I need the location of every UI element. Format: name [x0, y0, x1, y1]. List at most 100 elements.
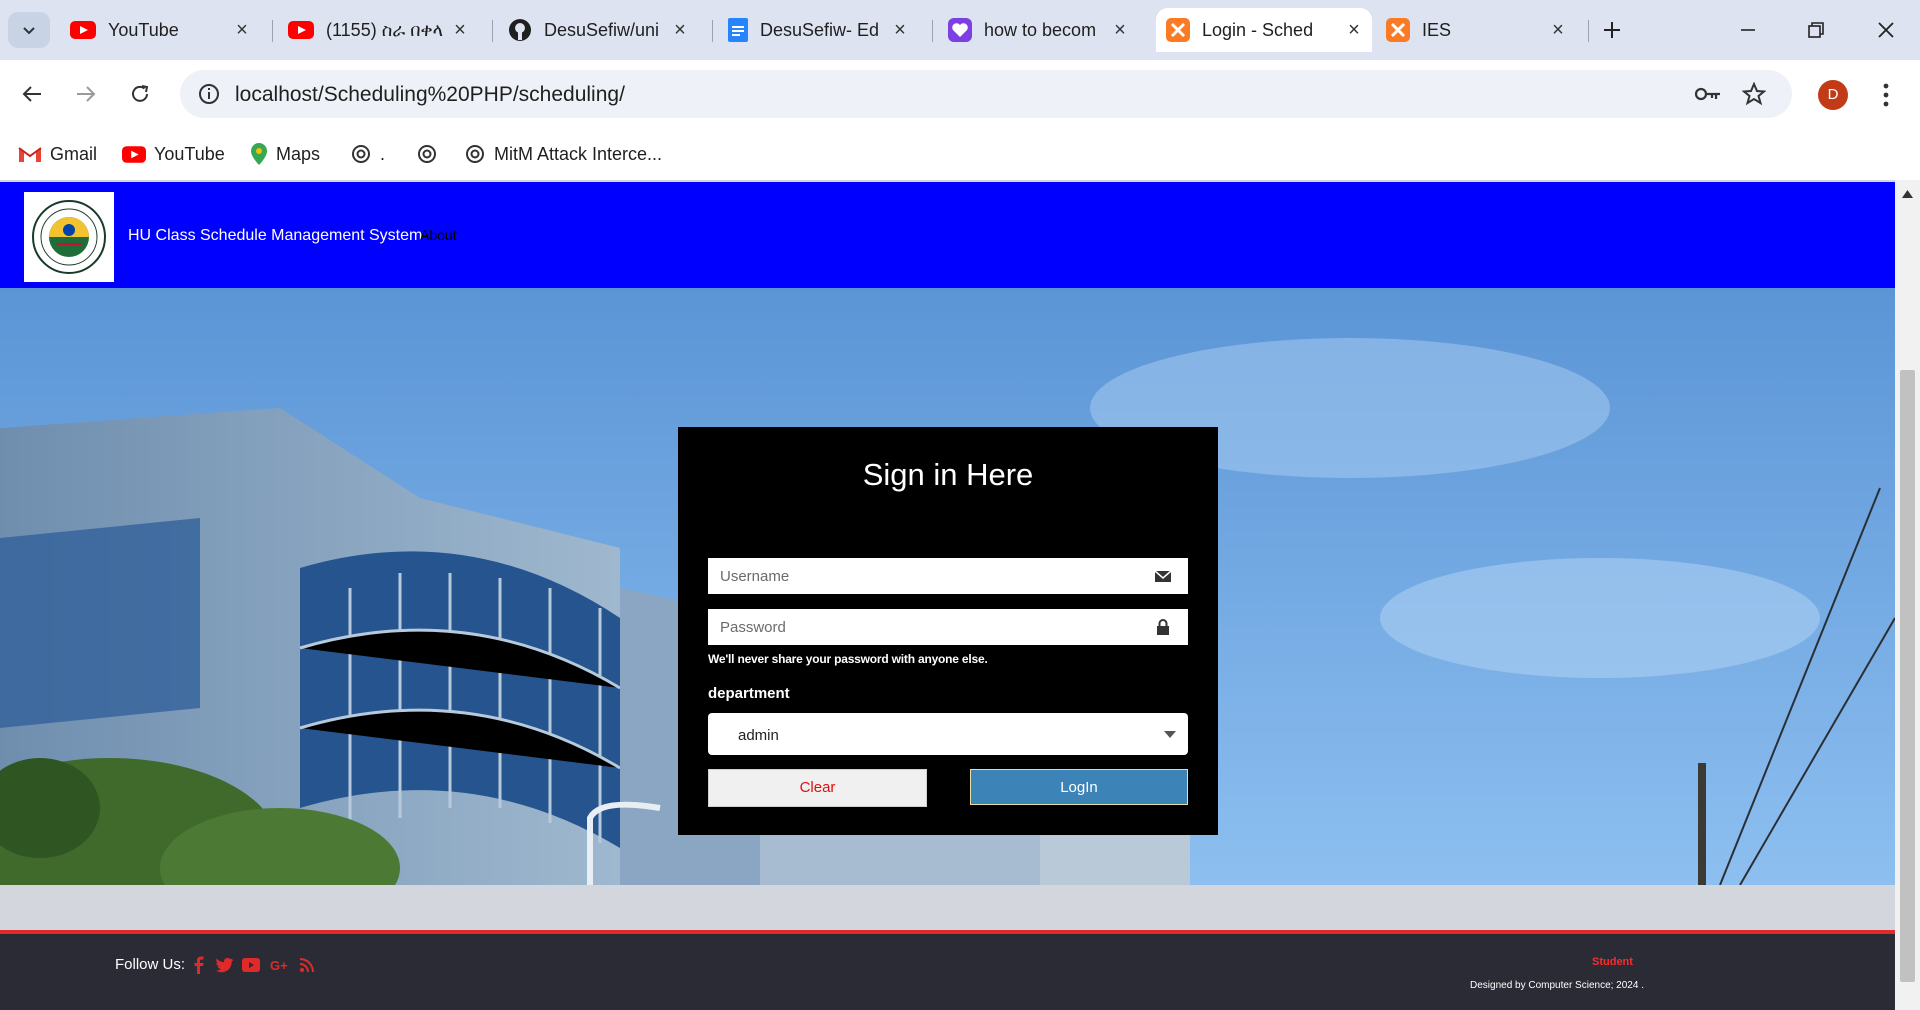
- docs-icon: [728, 18, 748, 42]
- close-icon[interactable]: ×: [1344, 20, 1364, 40]
- back-button[interactable]: [14, 76, 50, 112]
- xampp-icon: [1386, 18, 1410, 42]
- student-link[interactable]: Student: [1592, 956, 1633, 968]
- address-bar[interactable]: localhost/Scheduling%20PHP/scheduling/: [180, 70, 1792, 118]
- lock-icon: [1157, 619, 1169, 635]
- youtube-icon: [122, 145, 146, 163]
- restore-icon: [1808, 22, 1824, 38]
- url-text[interactable]: localhost/Scheduling%20PHP/scheduling/: [235, 83, 625, 107]
- info-icon[interactable]: [198, 83, 220, 105]
- close-window-button[interactable]: [1866, 14, 1906, 46]
- close-icon[interactable]: ×: [1548, 20, 1568, 40]
- scrollbar-thumb[interactable]: [1900, 370, 1915, 982]
- username-input[interactable]: [708, 558, 1160, 594]
- page-scrollbar[interactable]: [1895, 180, 1920, 1010]
- chevron-down-icon: [23, 27, 35, 35]
- login-button[interactable]: LogIn: [970, 769, 1188, 805]
- clear-button[interactable]: Clear: [708, 769, 927, 807]
- google-plus-icon[interactable]: G+: [270, 956, 290, 974]
- profile-initial: D: [1827, 86, 1839, 103]
- key-icon[interactable]: [1694, 84, 1722, 104]
- tab-separator: [1588, 20, 1589, 42]
- department-selected-value: admin: [738, 727, 779, 744]
- bookmark-gmail[interactable]: Gmail: [18, 140, 97, 168]
- tab-login-scheduling[interactable]: Login - Sched ×: [1156, 8, 1372, 52]
- footer-credit: Designed by Computer Science; 2024 .: [1470, 980, 1644, 991]
- arrow-left-icon: [22, 86, 41, 102]
- close-icon[interactable]: ×: [450, 20, 470, 40]
- tab-docs[interactable]: DesuSefiw- Ed ×: [718, 8, 918, 52]
- tab-title: how to becom: [984, 19, 1097, 40]
- bookmark-maps[interactable]: Maps: [250, 140, 320, 168]
- tab-ies[interactable]: IES ×: [1376, 8, 1576, 52]
- heart-icon: [948, 18, 972, 42]
- bookmarks-bar: Gmail YouTube Maps . MitM Attack Interce…: [0, 128, 1920, 180]
- tab-separator: [712, 20, 713, 42]
- rss-icon[interactable]: [300, 956, 314, 974]
- password-field[interactable]: [708, 609, 1188, 645]
- profile-avatar[interactable]: D: [1818, 80, 1848, 110]
- page-viewport: HU Class Schedule Management System Abou…: [0, 180, 1895, 1010]
- about-link[interactable]: About: [420, 227, 457, 243]
- youtube-icon: [288, 21, 314, 39]
- username-field[interactable]: [708, 558, 1188, 594]
- reload-icon: [132, 85, 149, 102]
- caret-down-icon: [1164, 731, 1176, 738]
- new-tab-button[interactable]: [1592, 14, 1632, 46]
- department-label: department: [708, 685, 790, 702]
- campus-background-image: Sign in Here We'll never share your pass…: [0, 288, 1895, 885]
- sign-in-heading: Sign in Here: [862, 457, 1034, 492]
- scroll-up-arrow-icon[interactable]: [1902, 190, 1913, 198]
- forward-button[interactable]: [68, 76, 104, 112]
- tab-title: (1155) ስራ በቀላ: [326, 19, 444, 40]
- svg-text:G+: G+: [270, 958, 288, 973]
- tab-how-to[interactable]: how to becom ×: [938, 8, 1138, 52]
- tab-youtube[interactable]: YouTube ×: [60, 8, 260, 52]
- bookmark-chatgpt-2[interactable]: [416, 140, 438, 168]
- reload-button[interactable]: [122, 76, 158, 112]
- twitter-icon[interactable]: [216, 956, 234, 974]
- close-icon[interactable]: ×: [1110, 20, 1130, 40]
- close-icon[interactable]: ×: [890, 20, 910, 40]
- youtube-icon[interactable]: [242, 956, 260, 974]
- sign-in-panel: Sign in Here We'll never share your pass…: [678, 427, 1218, 835]
- tab-title: DesuSefiw- Ed: [760, 19, 880, 40]
- bookmark-youtube[interactable]: YouTube: [122, 140, 225, 168]
- tab-github[interactable]: DesuSefiw/uni ×: [498, 8, 698, 52]
- menu-button[interactable]: [1878, 78, 1894, 112]
- site-header: HU Class Schedule Management System Abou…: [0, 182, 1895, 288]
- plus-icon: [1604, 22, 1620, 38]
- gmail-icon: [18, 147, 42, 162]
- facebook-icon[interactable]: [194, 956, 204, 974]
- star-icon[interactable]: [1742, 82, 1766, 106]
- bookmark-label: MitM Attack Interce...: [494, 143, 663, 164]
- bookmark-label: YouTube: [154, 143, 225, 164]
- tab-separator: [272, 20, 273, 42]
- tab-separator: [932, 20, 933, 42]
- university-logo: [24, 192, 114, 282]
- tab-title: IES: [1422, 19, 1452, 40]
- close-icon[interactable]: ×: [670, 20, 690, 40]
- follow-us-label: Follow Us:: [115, 956, 186, 973]
- password-input[interactable]: [708, 609, 1160, 645]
- bookmark-label: .: [380, 143, 386, 164]
- tab-title: DesuSefiw/uni: [544, 19, 660, 40]
- close-icon[interactable]: ×: [232, 20, 252, 40]
- department-select[interactable]: admin: [708, 713, 1188, 755]
- xampp-icon: [1166, 18, 1190, 42]
- maps-icon: [251, 143, 267, 165]
- site-title: HU Class Schedule Management System: [128, 227, 423, 244]
- bookmark-label: Gmail: [50, 143, 98, 164]
- minimize-icon: [1741, 29, 1755, 31]
- restore-button[interactable]: [1796, 14, 1836, 46]
- envelope-icon: [1154, 570, 1172, 582]
- tab-title: Login - Sched: [1202, 19, 1314, 40]
- bookmark-label: Maps: [276, 143, 321, 164]
- openai-icon: [352, 145, 370, 163]
- openai-icon: [466, 145, 484, 163]
- tab-youtube-2[interactable]: (1155) ስራ በቀላ ×: [278, 8, 478, 52]
- bookmark-chatgpt-1[interactable]: .: [350, 140, 385, 168]
- minimize-button[interactable]: [1728, 14, 1768, 46]
- tab-search-button[interactable]: [8, 12, 50, 48]
- bookmark-mitm[interactable]: MitM Attack Interce...: [464, 140, 662, 168]
